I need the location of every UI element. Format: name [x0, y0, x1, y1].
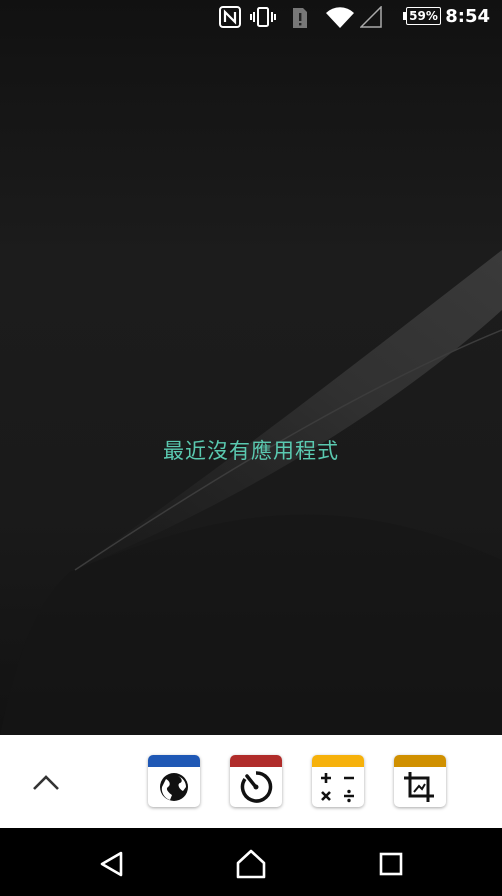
timer-app-button[interactable]: [230, 755, 282, 807]
wifi-icon: [326, 7, 354, 29]
home-button[interactable]: [233, 846, 269, 882]
battery-icon: 59%: [403, 7, 441, 25]
globe-app-button[interactable]: [148, 755, 200, 807]
back-button[interactable]: [94, 846, 130, 882]
navigation-bar: [0, 828, 502, 896]
clock: 8:54: [445, 6, 490, 27]
vibrate-icon: [250, 7, 276, 27]
nfc-icon: [219, 6, 241, 28]
cell-signal-icon: [360, 6, 382, 28]
calculator-icon: [321, 773, 354, 803]
globe-icon: [160, 773, 188, 801]
empty-recents-message: 最近沒有應用程式: [163, 439, 339, 463]
timer-icon: [240, 771, 273, 803]
crop-icon: [404, 772, 434, 802]
screenshot-crop-app-button[interactable]: [394, 755, 446, 807]
status-bar: 59% 8:54: [0, 0, 502, 36]
chevron-up-icon[interactable]: [28, 765, 64, 799]
quick-apps-panel: [0, 735, 502, 828]
recents-button[interactable]: [373, 846, 409, 882]
calculator-app-button[interactable]: [312, 755, 364, 807]
recents-screen: 59% 8:54 最近沒有應用程式: [0, 0, 502, 735]
battery-percent-label: 59%: [406, 7, 441, 25]
wallpaper-wave: [0, 250, 502, 735]
sim-alert-icon: [293, 8, 307, 28]
